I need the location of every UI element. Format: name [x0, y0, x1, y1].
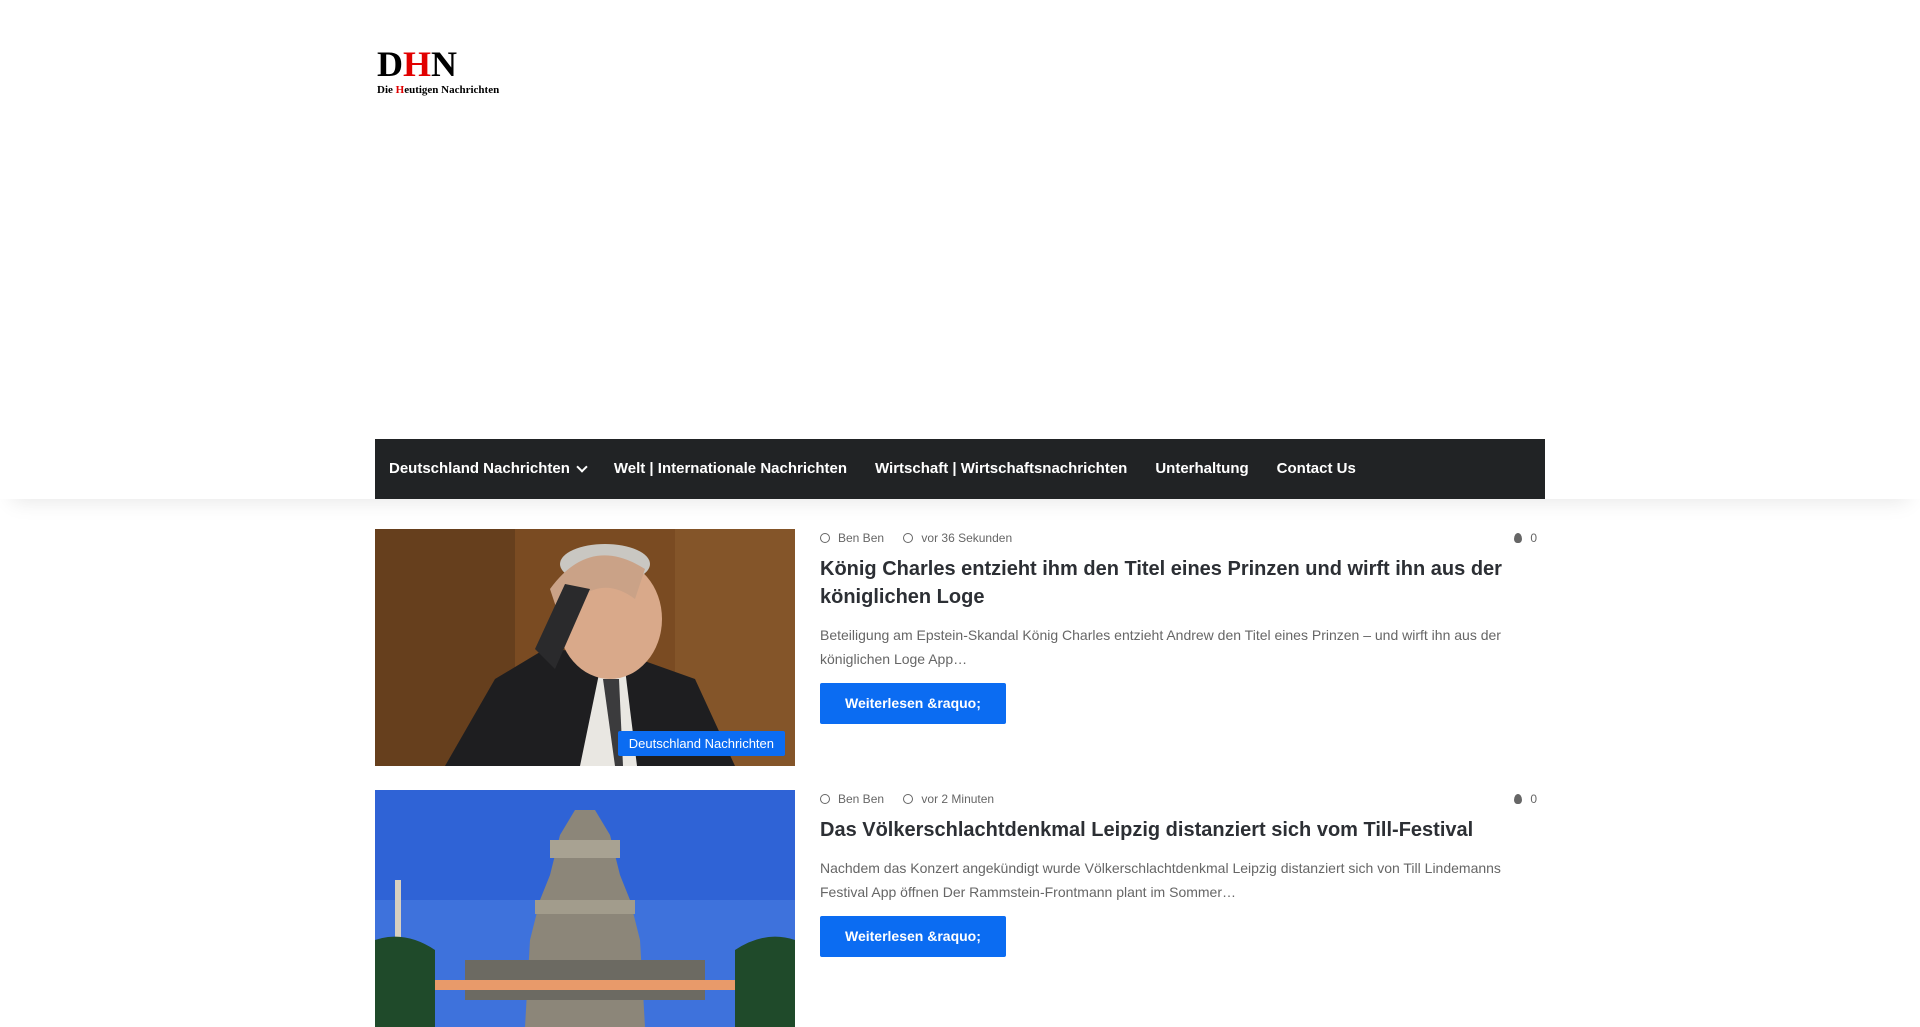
logo-tagline: Die Heutigen Nachrichten: [377, 84, 500, 96]
nav-item-contact-us[interactable]: Contact Us: [1263, 439, 1370, 499]
post-views: 0: [1514, 790, 1545, 808]
nav-item-wirtschaft[interactable]: Wirtschaft | Wirtschaftsnachrichten: [861, 439, 1141, 499]
main-navigation: Deutschland Nachrichten Welt | Internati…: [375, 439, 1545, 499]
post-time: vor 2 Minuten: [903, 792, 1002, 806]
post-thumbnail[interactable]: [375, 790, 795, 1027]
post-excerpt: Nachdem das Konzert angekündigt wurde Vö…: [820, 860, 1501, 900]
post-thumbnail[interactable]: Deutschland Nachrichten: [375, 529, 795, 766]
post-item: Deutschland Nachrichten Ben Ben vor 36 S…: [375, 529, 1545, 766]
user-icon: [820, 533, 830, 543]
post-author[interactable]: Ben Ben: [820, 792, 892, 806]
nav-item-deutschland-nachrichten[interactable]: Deutschland Nachrichten: [375, 439, 600, 499]
site-logo[interactable]: DHN Die Heutigen Nachrichten: [377, 46, 527, 98]
clock-icon: [903, 533, 914, 543]
fire-icon: [1514, 794, 1523, 804]
fire-icon: [1514, 533, 1523, 543]
post-title[interactable]: Das Völkerschlachtdenkmal Leipzig distan…: [820, 816, 1545, 844]
category-badge[interactable]: Deutschland Nachrichten: [617, 731, 785, 756]
post-body: Ben Ben vor 36 Sekunden 0 König Charles …: [820, 529, 1545, 766]
chevron-down-icon: [576, 461, 588, 473]
nav-item-welt[interactable]: Welt | Internationale Nachrichten: [600, 439, 861, 499]
post-author[interactable]: Ben Ben: [820, 531, 892, 545]
post-meta: Ben Ben vor 2 Minuten 0: [820, 790, 1545, 808]
logo-wordmark: DHN: [377, 44, 458, 84]
read-more-button[interactable]: Weiterlesen &raquo;: [820, 916, 1006, 957]
user-icon: [820, 794, 830, 804]
post-views: 0: [1514, 529, 1545, 547]
post-title[interactable]: König Charles entzieht ihm den Titel ein…: [820, 555, 1545, 611]
clock-icon: [903, 794, 914, 804]
post-item: Ben Ben vor 2 Minuten 0 Das Völkerschlac…: [375, 790, 1545, 1027]
read-more-button[interactable]: Weiterlesen &raquo;: [820, 683, 1006, 724]
post-meta: Ben Ben vor 36 Sekunden 0: [820, 529, 1545, 547]
post-excerpt: Beteiligung am Epstein-Skandal König Cha…: [820, 627, 1501, 667]
post-body: Ben Ben vor 2 Minuten 0 Das Völkerschlac…: [820, 790, 1545, 993]
site-header: DHN Die Heutigen Nachrichten Deutschland…: [0, 0, 1920, 499]
post-time: vor 36 Sekunden: [903, 531, 1020, 545]
nav-item-unterhaltung[interactable]: Unterhaltung: [1141, 439, 1262, 499]
thumbnail-image: [375, 790, 795, 1027]
